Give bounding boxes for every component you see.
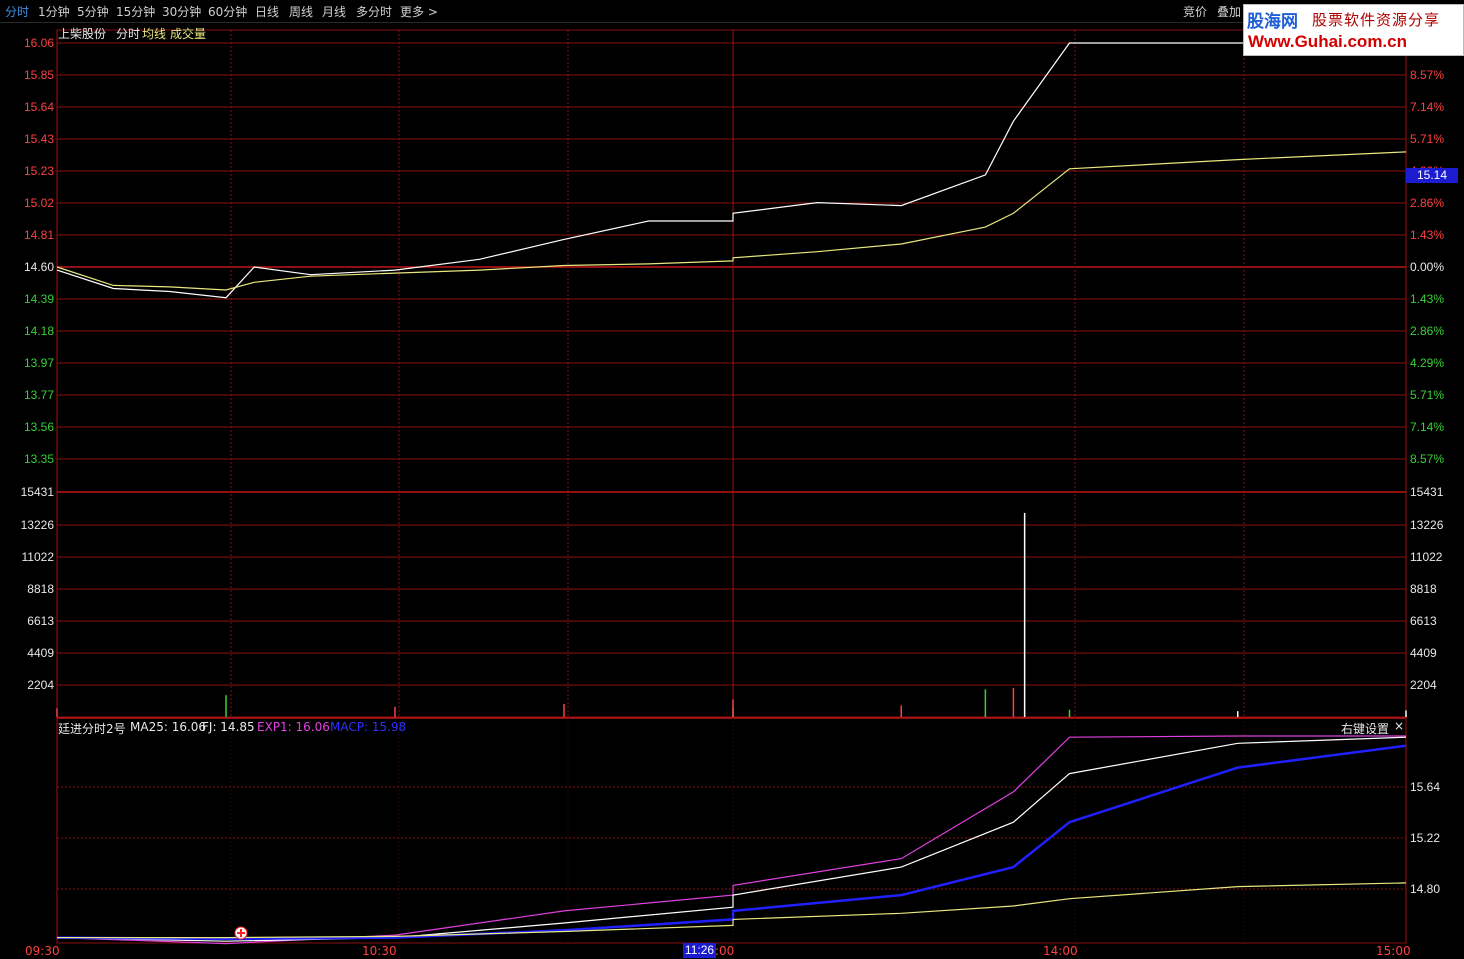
legend-volume: 成交量 bbox=[170, 27, 207, 41]
price-tick: 13.56 bbox=[23, 420, 54, 434]
indicator-exp1: EXP1: 16.06 bbox=[257, 720, 330, 734]
price-tick: 13.97 bbox=[23, 356, 54, 370]
price-tick: 15.85 bbox=[23, 68, 54, 82]
percent-tick: 7.14% bbox=[1410, 420, 1445, 434]
buy-signal-marker bbox=[234, 926, 248, 940]
volume-tick-right: 13226 bbox=[1410, 518, 1444, 532]
percent-tick: 1.43% bbox=[1410, 228, 1445, 242]
price-tick: 15.23 bbox=[23, 164, 54, 178]
time-label-1030: 10:30 bbox=[362, 944, 397, 958]
volume-tick-left: 4409 bbox=[27, 646, 54, 660]
volume-tick-left: 13226 bbox=[20, 518, 54, 532]
indicator-close-icon[interactable]: × bbox=[1394, 719, 1404, 733]
fj-line bbox=[56, 736, 1407, 942]
volume-tick-right: 8818 bbox=[1410, 582, 1437, 596]
time-label-0930: 09:30 bbox=[25, 944, 60, 958]
volume-tick-left: 15431 bbox=[20, 485, 54, 499]
guhai-logo: 股海网 股票软件资源分享 Www.Guhai.com.cn bbox=[1243, 4, 1464, 56]
price-tick: 14.39 bbox=[23, 292, 54, 306]
percent-tick: 7.14% bbox=[1410, 100, 1445, 114]
percent-tick: 4.29% bbox=[1410, 356, 1445, 370]
percent-tick: 2.86% bbox=[1410, 196, 1445, 210]
logo-url: Www.Guhai.com.cn bbox=[1248, 32, 1407, 51]
indicator-fj: FJ: 14.85 bbox=[202, 720, 255, 734]
ma25-line bbox=[56, 735, 1406, 945]
time-label-1300: :00 bbox=[715, 944, 735, 958]
percent-tick: 5.71% bbox=[1410, 388, 1445, 402]
volume-tick-right: 2204 bbox=[1410, 678, 1437, 692]
current-price-badge: 15.14 bbox=[1406, 168, 1458, 183]
base-line bbox=[57, 882, 1407, 939]
volume-tick-right: 11022 bbox=[1410, 550, 1443, 564]
volume-tick-right: 4409 bbox=[1410, 646, 1437, 660]
time-label-1400: 14:00 bbox=[1043, 944, 1078, 958]
percent-tick: 1.43% bbox=[1410, 292, 1445, 306]
indicator-tick: 15.64 bbox=[1410, 780, 1441, 794]
volume-tick-left: 2204 bbox=[27, 678, 54, 692]
indicator-settings[interactable]: 右键设置 bbox=[1341, 720, 1389, 737]
price-tick: 14.81 bbox=[23, 228, 54, 242]
price-tick: 14.60 bbox=[23, 260, 54, 274]
percent-tick: 2.86% bbox=[1410, 324, 1445, 338]
legend-intraday: 分时 bbox=[116, 27, 141, 41]
price-tick: 15.02 bbox=[23, 196, 54, 210]
price-tick: 16.06 bbox=[23, 36, 54, 50]
price-tick: 13.35 bbox=[23, 452, 54, 466]
chart-frame bbox=[56, 29, 1407, 944]
volume-bars bbox=[56, 512, 1407, 717]
time-label-1500: 15:00 bbox=[1376, 944, 1411, 958]
percent-tick: 8.57% bbox=[1410, 452, 1445, 466]
price-tick: 15.64 bbox=[23, 100, 54, 114]
volume-tick-left: 11022 bbox=[21, 550, 54, 564]
indicator-tick: 14.80 bbox=[1410, 882, 1441, 896]
price-tick: 15.43 bbox=[23, 132, 54, 146]
price-tick: 13.77 bbox=[23, 388, 54, 402]
percent-tick: 5.71% bbox=[1410, 132, 1445, 146]
percent-tick: 8.57% bbox=[1410, 68, 1445, 82]
intraday-chart[interactable] bbox=[0, 0, 1464, 959]
indicator-tick: 15.22 bbox=[1410, 831, 1441, 845]
volume-tick-left: 8818 bbox=[27, 582, 54, 596]
indicator-macp: MACP: 15.98 bbox=[330, 720, 407, 734]
logo-slogan: 股票软件资源分享 bbox=[1312, 11, 1441, 29]
indicator-ma25: MA25: 16.06 bbox=[130, 720, 207, 734]
price-tick: 14.18 bbox=[23, 324, 54, 338]
legend-avg-line: 均线 bbox=[142, 27, 167, 41]
percent-tick: 0.00% bbox=[1410, 260, 1445, 274]
stock-name: 上柴股份 bbox=[58, 27, 107, 41]
macp-line bbox=[56, 744, 1407, 941]
chart-lines bbox=[56, 42, 1407, 945]
logo-brand: 股海网 bbox=[1247, 12, 1298, 32]
volume-tick-right: 6613 bbox=[1410, 614, 1437, 628]
time-cursor-badge: 11:26 bbox=[683, 943, 716, 958]
volume-tick-left: 6613 bbox=[27, 614, 54, 628]
chart-grid bbox=[56, 29, 1407, 944]
price-line bbox=[56, 42, 1406, 299]
volume-tick-right: 15431 bbox=[1410, 485, 1444, 499]
indicator-name: 廷进分时2号 bbox=[58, 722, 126, 736]
